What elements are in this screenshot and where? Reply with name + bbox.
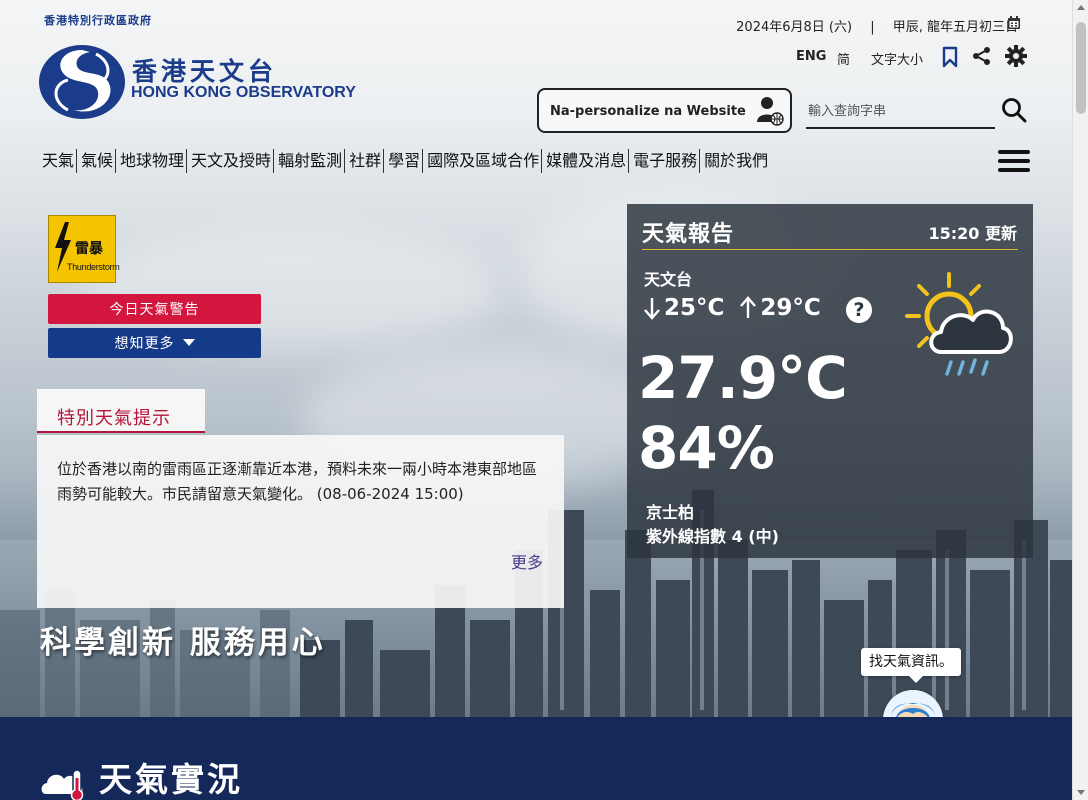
person-globe-icon [757, 97, 784, 126]
weather-divider [642, 249, 1018, 250]
bookmark-icon[interactable] [941, 46, 959, 68]
page-scrollbar[interactable] [1072, 0, 1088, 800]
search-input[interactable] [806, 94, 991, 126]
sun-cloud-rain-icon[interactable] [899, 272, 1017, 384]
caret-down-icon [182, 339, 195, 346]
warning-icon-sublabel: Thunderstorm [67, 262, 120, 272]
nav-item-about-us[interactable]: 關於我們 [702, 149, 770, 173]
temp-range: 25°C 29°C [644, 295, 821, 321]
warning-icon-label: 雷暴 [75, 241, 103, 257]
nav-item-radiation[interactable]: 輻射監測 [276, 149, 346, 173]
chat-bubble[interactable]: 找天氣資訊。 [861, 648, 961, 683]
nav-item-community[interactable]: 社群 [347, 149, 385, 173]
calendar-icon[interactable] [1007, 16, 1021, 30]
nav-item-e-services[interactable]: 電子服務 [631, 149, 701, 173]
gear-icon[interactable] [1005, 45, 1027, 67]
date-bar: 2024年6月8日 (六) | 甲辰, 龍年五月初三日 [726, 16, 1018, 35]
nav-item-media[interactable]: 媒體及消息 [544, 149, 630, 173]
slogan: 科學創新 服務用心 [40, 625, 326, 661]
learn-more-button[interactable]: 想知更多 [48, 328, 261, 358]
uv-station: 京士柏 [646, 503, 695, 522]
special-tip-tab[interactable]: 特別天氣提示 [37, 389, 205, 433]
special-tip-more-link[interactable]: 更多 [511, 549, 543, 573]
nav-item-geophysics[interactable]: 地球物理 [118, 149, 188, 173]
uv-index: 紫外線指數 4 (中) [646, 527, 779, 546]
special-tip-tab-label: 特別天氣提示 [57, 408, 171, 429]
lang-simplified-link[interactable]: 简 [837, 49, 850, 68]
cloud-thermometer-icon [41, 769, 84, 800]
special-tip-text: 位於香港以南的雷雨區正逐漸靠近本港，預料未來一兩小時本港東部地區雨勢可能較大。市… [57, 460, 538, 503]
special-tip-panel: 位於香港以南的雷雨區正逐漸靠近本港，預料未來一兩小時本港東部地區雨勢可能較大。市… [37, 435, 564, 608]
org-name-english: HONG KONG OBSERVATORY [131, 84, 356, 101]
learn-more-label: 想知更多 [114, 335, 175, 351]
search-icon[interactable] [1001, 97, 1027, 123]
scroll-up-icon[interactable] [1077, 5, 1085, 10]
today-warnings-button[interactable]: 今日天氣警告 [48, 294, 261, 324]
thunderstorm-warning-icon[interactable]: 雷暴 Thunderstorm [48, 215, 120, 283]
main-nav: 天氣 氣候 地球物理 天文及授時 輻射監測 社群 學習 國際及區域合作 媒體及消… [40, 149, 772, 173]
scroll-thumb[interactable] [1076, 22, 1086, 114]
personalize-button[interactable]: Na-personalize na Website [537, 88, 792, 133]
current-temperature: 27.9°C [638, 344, 848, 412]
nav-item-climate[interactable]: 氣候 [79, 149, 117, 173]
font-size-link[interactable]: 文字大小 [871, 49, 923, 68]
nav-item-astronomy-time[interactable]: 天文及授時 [189, 149, 275, 173]
org-name-chinese: 香港天文台 [132, 57, 278, 86]
government-title: 香港特別行政區政府 [44, 14, 152, 27]
date-separator: | [870, 20, 875, 35]
help-icon[interactable]: ? [846, 297, 872, 323]
hko-logo-icon[interactable] [38, 44, 126, 120]
weather-report-panel: 天氣報告 15:20 更新 天文台 25°C 29°C ? 27.9°C 84%… [627, 204, 1033, 558]
arrow-up-icon [740, 296, 757, 318]
weather-updated-time: 15:20 更新 [928, 224, 1017, 243]
lang-english-link[interactable]: ENG [796, 49, 826, 64]
weather-station: 天文台 [644, 270, 693, 289]
arrow-down-icon [644, 298, 660, 320]
weather-report-title: 天氣報告 [642, 222, 735, 247]
nav-item-learning[interactable]: 學習 [386, 149, 424, 173]
max-temp: 29°C [760, 295, 821, 321]
nav-item-cooperation[interactable]: 國際及區域合作 [425, 149, 543, 173]
search-box [806, 94, 995, 129]
current-weather-title: 天氣實況 [99, 760, 243, 799]
hamburger-menu-icon[interactable] [998, 150, 1030, 174]
nav-item-weather[interactable]: 天氣 [40, 149, 78, 173]
current-humidity: 84% [638, 414, 775, 482]
scroll-down-icon[interactable] [1077, 790, 1085, 795]
min-temp: 25°C [664, 295, 725, 321]
gregorian-date: 2024年6月8日 (六) [736, 20, 853, 35]
lunar-date: 甲辰, 龍年五月初三日 [892, 20, 1018, 35]
share-icon[interactable] [972, 46, 992, 66]
